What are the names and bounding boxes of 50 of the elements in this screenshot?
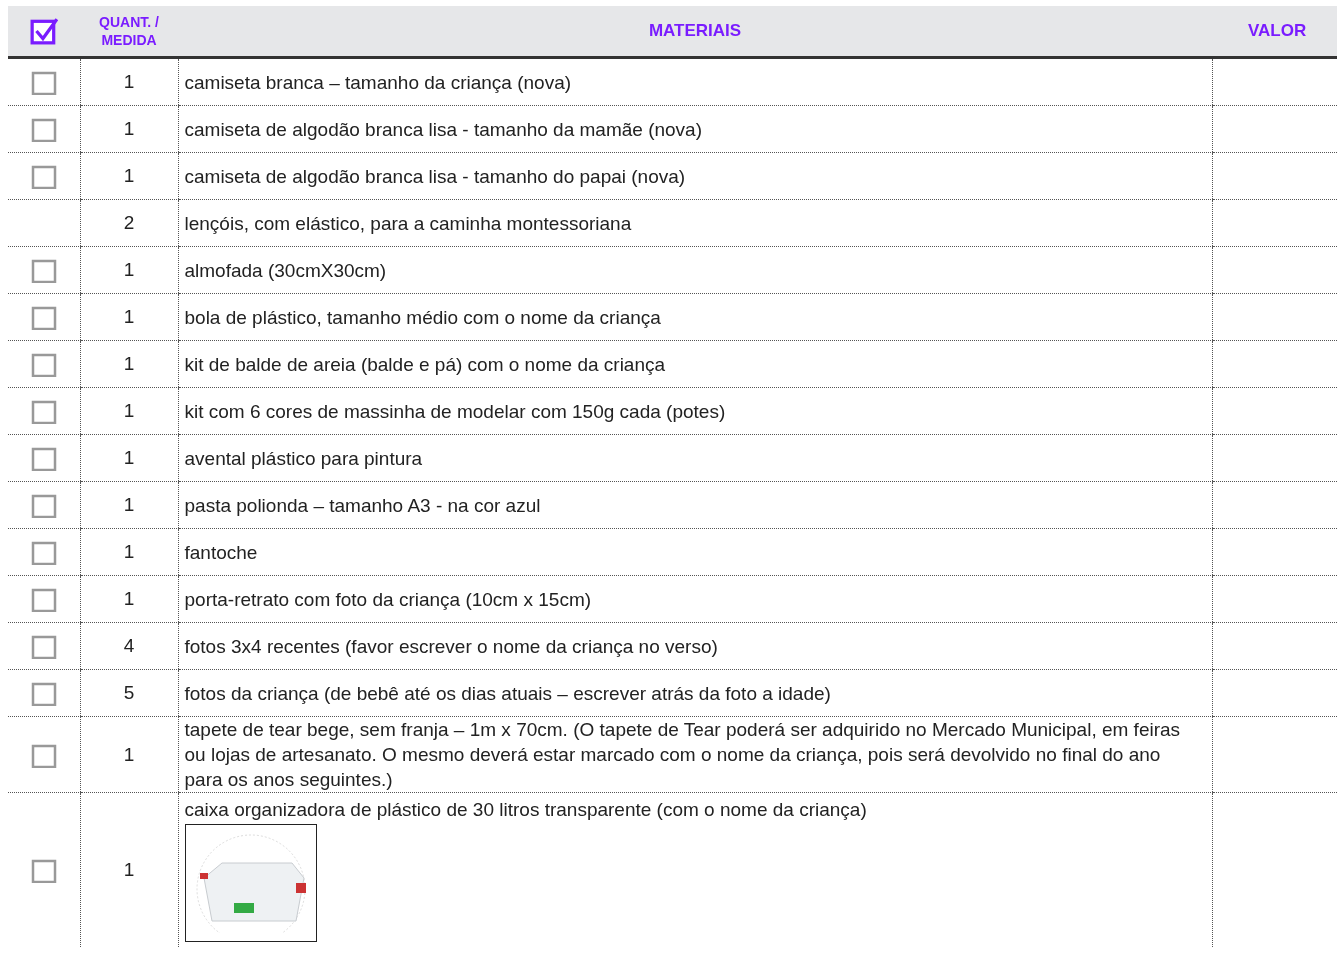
quantity: 1	[123, 743, 135, 765]
header-checkbox[interactable]	[30, 17, 58, 45]
checkbox[interactable]	[30, 857, 57, 883]
material-name: camiseta branca – tamanho da criança (nova)	[184, 70, 573, 95]
material-name: pasta polionda – tamanho A3 - na cor azul	[184, 493, 542, 518]
checkbox[interactable]	[30, 304, 57, 330]
material-name: tapete de tear bege, sem franja – 1m x 70cm. (O tapete de Tear poderá ser adquirido no Mercado Municipal, em feiras ou lojas de artesanato. O mesmo deverá estar marcado com o nome da criança, pois será devolvido no final do ano para os anos seguintes.)	[184, 718, 1182, 792]
quantity: 1	[123, 541, 135, 562]
checkbox[interactable]	[30, 445, 57, 471]
material-name: lençóis, com elástico, para a caminha montessoriana	[184, 211, 633, 236]
quantity: 1	[123, 494, 135, 515]
checkbox[interactable]	[30, 163, 57, 189]
checkbox[interactable]	[30, 680, 57, 706]
checkbox[interactable]	[30, 257, 57, 283]
quantity: 1	[123, 165, 135, 186]
material-name: caixa organizadora de plástico de 30 litros transparente (com o nome da criança)	[184, 798, 868, 822]
material-name: fotos 3x4 recentes (favor escrever o nome da criança no verso)	[184, 634, 719, 659]
material-name: camiseta de algodão branca lisa - tamanho do papai (nova)	[184, 164, 687, 189]
material-name: kit com 6 cores de massinha de modelar com 150g cada (potes)	[184, 399, 727, 424]
quantity: 1	[123, 259, 135, 280]
material-name: fotos da criança (de bebê até os dias atuais – escrever atrás da foto a idade)	[184, 681, 832, 706]
column-header: VALOR	[1248, 21, 1307, 40]
quantity: 1	[123, 588, 135, 609]
quantity: 4	[123, 635, 135, 656]
material-name: fantoche	[184, 540, 259, 565]
checkbox[interactable]	[30, 398, 57, 424]
quantity: 1	[123, 118, 135, 139]
checkbox[interactable]	[30, 69, 57, 95]
checkbox[interactable]	[30, 116, 57, 142]
checkbox[interactable]	[30, 539, 57, 565]
column-header: QUANT. / MEDIDA	[99, 14, 159, 48]
material-name: porta-retrato com foto da criança (10cm x 15cm)	[184, 587, 593, 612]
material-name: almofada (30cmX30cm)	[184, 258, 388, 283]
quantity: 1	[123, 859, 135, 880]
column-header: MATERIAIS	[648, 21, 742, 40]
quantity: 1	[123, 71, 135, 92]
checkbox[interactable]	[30, 586, 57, 612]
quantity: 1	[123, 400, 135, 421]
quantity: 5	[123, 682, 135, 703]
checkbox[interactable]	[30, 633, 57, 659]
quantity: 1	[123, 447, 135, 468]
material-name: kit de balde de areia (balde e pá) com o nome da criança	[184, 352, 667, 377]
quantity: 1	[123, 353, 135, 374]
checkbox[interactable]	[30, 492, 57, 518]
material-name: bola de plástico, tamanho médio com o nome da criança	[184, 305, 662, 330]
quantity: 2	[123, 212, 135, 233]
quantity: 1	[123, 306, 135, 327]
checkbox[interactable]	[30, 351, 57, 377]
material-name: avental plástico para pintura	[184, 446, 424, 471]
material-name: camiseta de algodão branca lisa - tamanho da mamãe (nova)	[184, 117, 703, 142]
